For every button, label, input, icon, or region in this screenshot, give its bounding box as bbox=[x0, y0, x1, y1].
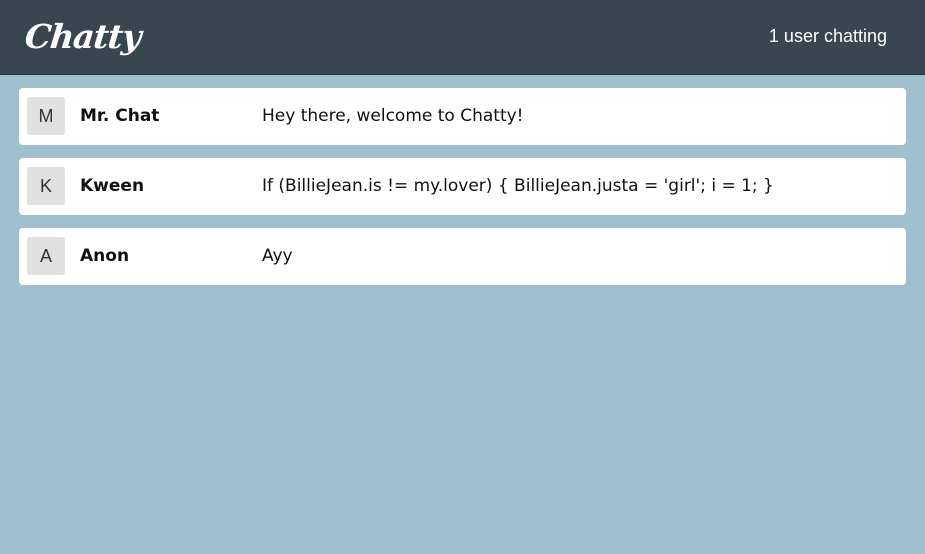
message-item: K Kween If (BillieJean.is != my.lover) {… bbox=[19, 158, 906, 215]
avatar: K bbox=[27, 167, 65, 205]
message-content: If (BillieJean.is != my.lover) { BillieJ… bbox=[262, 176, 774, 196]
avatar: M bbox=[27, 97, 65, 135]
message-content: Ayy bbox=[262, 246, 293, 266]
message-username: Anon bbox=[80, 246, 130, 266]
message-content: Hey there, welcome to Chatty! bbox=[262, 106, 524, 126]
avatar: A bbox=[27, 237, 65, 275]
user-count: 1 user chatting bbox=[768, 26, 887, 46]
message-list: M Mr. Chat Hey there, welcome to Chatty!… bbox=[19, 88, 906, 298]
message-item: A Anon Ayy bbox=[19, 228, 906, 285]
navbar: Chatty 1 user chatting bbox=[0, 0, 925, 75]
message-username: Mr. Chat bbox=[80, 106, 160, 126]
brand-logo[interactable]: Chatty bbox=[22, 13, 142, 61]
message-item: M Mr. Chat Hey there, welcome to Chatty! bbox=[19, 88, 906, 145]
message-username: Kween bbox=[80, 176, 145, 196]
